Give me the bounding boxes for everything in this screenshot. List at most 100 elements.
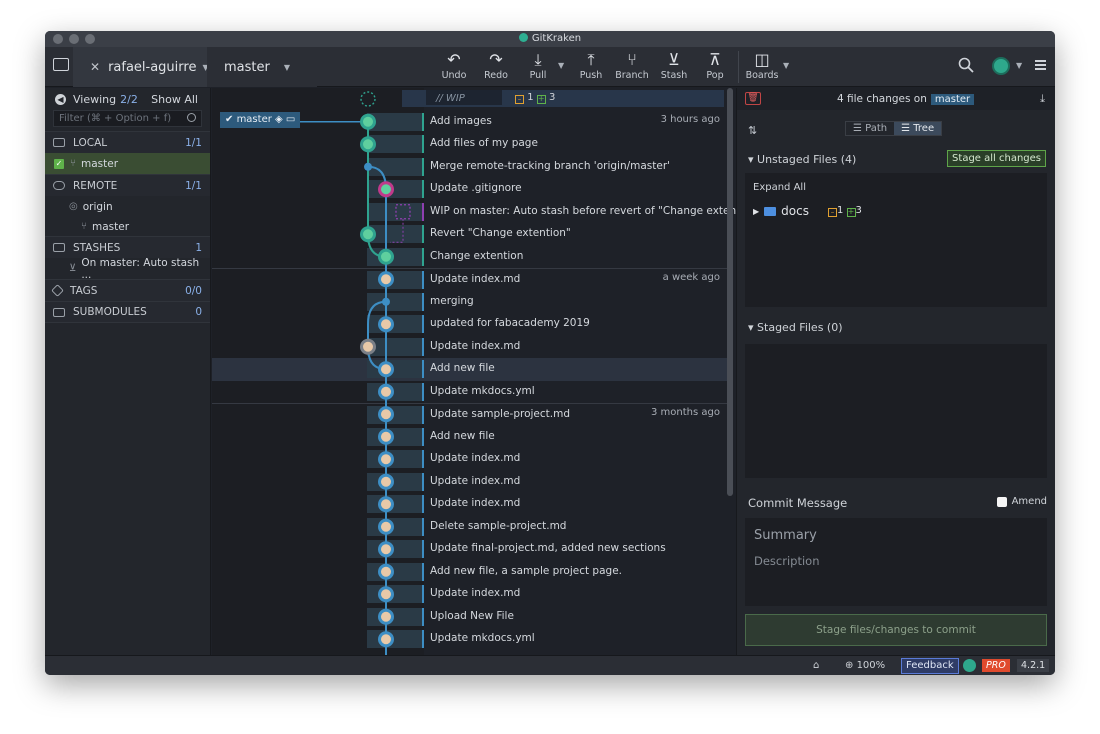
commit-message-box: Summary Description bbox=[745, 518, 1047, 606]
commit-row[interactable]: Add new file, a sample project page. bbox=[212, 561, 728, 584]
hamburger-menu-icon[interactable] bbox=[1035, 60, 1046, 70]
folder-icon[interactable] bbox=[53, 58, 69, 71]
row-shade bbox=[367, 427, 422, 446]
feedback-button[interactable]: Feedback bbox=[901, 658, 959, 674]
filter-input[interactable]: Filter (⌘ + Option + f) bbox=[53, 110, 202, 127]
repo-tab[interactable]: ✕ rafael-aguirre ▼ bbox=[73, 47, 215, 87]
remote-branch-master[interactable]: ⑂ master bbox=[45, 217, 210, 236]
back-arrow-icon[interactable]: ◀ bbox=[55, 93, 66, 105]
description-input[interactable]: Description bbox=[754, 554, 820, 568]
account-avatar[interactable] bbox=[992, 57, 1010, 75]
row-shade bbox=[367, 406, 422, 424]
section-local[interactable]: LOCAL 1/1 bbox=[45, 131, 210, 153]
commit-row[interactable]: Update final-project.md, added new secti… bbox=[212, 538, 728, 561]
boards-chevron-icon[interactable]: ▼ bbox=[783, 61, 789, 70]
section-remote[interactable]: REMOTE 1/1 bbox=[45, 174, 210, 196]
pop-icon: ⊼ bbox=[709, 50, 721, 69]
row-shade bbox=[367, 562, 422, 581]
trash-icon[interactable]: 🗑 bbox=[745, 92, 761, 105]
commit-time: 3 months ago bbox=[651, 407, 720, 418]
commit-row[interactable]: Add new file bbox=[212, 426, 728, 449]
window-title: GitKraken bbox=[531, 33, 582, 44]
remote-origin[interactable]: ◎ origin bbox=[45, 196, 210, 217]
commit-row[interactable]: Update index.md bbox=[212, 336, 728, 359]
sort-icon[interactable]: ⇅ bbox=[748, 124, 757, 137]
stash-button[interactable]: ⊻ Stash bbox=[654, 51, 694, 82]
zoom-window-button[interactable] bbox=[85, 34, 95, 44]
commit-row[interactable]: Add files of my page bbox=[212, 133, 728, 156]
commit-message: Update index.md bbox=[430, 339, 521, 352]
row-indicator bbox=[422, 225, 424, 243]
row-shade bbox=[367, 157, 422, 176]
push-button[interactable]: ⤒ Push bbox=[571, 51, 611, 82]
commit-row[interactable]: Update index.md bbox=[212, 448, 728, 471]
graph-scrollbar[interactable] bbox=[727, 88, 733, 496]
pull-options-chevron-icon[interactable]: ▼ bbox=[558, 61, 564, 70]
commit-row[interactable]: Update mkdocs.yml bbox=[212, 628, 728, 651]
local-branch-master[interactable]: ✓ ⑂ master bbox=[45, 153, 210, 174]
folder-icon bbox=[764, 206, 777, 216]
commit-row[interactable]: merging bbox=[212, 291, 728, 314]
tab-tree[interactable]: ☰ Tree bbox=[894, 122, 942, 135]
minimize-window-button[interactable] bbox=[69, 34, 79, 44]
show-all-link[interactable]: Show All bbox=[151, 93, 198, 106]
folder-stats: –1 +3 bbox=[827, 205, 862, 217]
undo-button[interactable]: ↶ Undo bbox=[434, 51, 474, 82]
staged-header[interactable]: ▾ Staged Files (0) bbox=[737, 321, 1055, 334]
commit-row[interactable]: Delete sample-project.md bbox=[212, 516, 728, 539]
commit-row[interactable]: WIP on master: Auto stash before revert … bbox=[212, 201, 736, 224]
commit-row[interactable]: Update mkdocs.yml bbox=[212, 381, 728, 404]
gift-icon[interactable]: ⌂ bbox=[813, 660, 819, 671]
row-shade bbox=[367, 292, 422, 311]
chevron-right-icon: ▶ bbox=[753, 206, 760, 216]
commit-row[interactable]: Update index.md a week ago bbox=[212, 268, 728, 291]
tab-path[interactable]: ☰ Path bbox=[846, 122, 894, 135]
expand-all-link[interactable]: Expand All bbox=[753, 182, 806, 193]
file-changes-header: 🗑 4 file changes on master ⤓ bbox=[737, 88, 1055, 110]
section-submodules[interactable]: SUBMODULES 0 bbox=[45, 301, 210, 323]
pull-icon: ⤓ bbox=[534, 50, 542, 69]
branch-selector[interactable]: master ▼ bbox=[207, 47, 317, 87]
zoom-indicator[interactable]: ⊕ 100% bbox=[845, 660, 885, 671]
commit-row[interactable]: Revert "Change extention" bbox=[212, 223, 728, 246]
branch-button[interactable]: ⑂ Branch bbox=[612, 50, 652, 82]
pro-badge[interactable]: PRO bbox=[982, 659, 1010, 672]
close-window-button[interactable] bbox=[53, 34, 63, 44]
pull-button[interactable]: ⤓ Pull bbox=[518, 50, 558, 82]
chevron-down-icon[interactable]: ▼ bbox=[1016, 61, 1022, 70]
commit-row[interactable]: Upload New File bbox=[212, 606, 728, 629]
close-icon[interactable]: ✕ bbox=[90, 60, 100, 74]
row-indicator bbox=[422, 450, 424, 468]
commit-row[interactable]: Add images 3 hours ago bbox=[212, 111, 728, 134]
commit-row[interactable]: Change extention bbox=[212, 246, 728, 269]
commit-row[interactable]: updated for fabacademy 2019 bbox=[212, 313, 728, 336]
commit-row[interactable]: Update index.md bbox=[212, 493, 728, 516]
amend-checkbox[interactable]: Amend bbox=[996, 496, 1047, 507]
commit-row[interactable]: Update .gitignore bbox=[212, 178, 728, 201]
commit-row[interactable]: Update index.md bbox=[212, 583, 728, 606]
download-icon[interactable]: ⤓ bbox=[1040, 92, 1045, 106]
folder-docs[interactable]: ▶ docs –1 +3 bbox=[753, 204, 862, 218]
redo-button[interactable]: ↷ Redo bbox=[476, 51, 516, 82]
search-icon[interactable] bbox=[958, 57, 974, 73]
commit-button[interactable]: Stage files/changes to commit bbox=[745, 614, 1047, 646]
left-sidebar: ◀ Viewing 2/2 Show All Filter (⌘ + Optio… bbox=[45, 88, 211, 655]
row-indicator bbox=[422, 607, 424, 626]
stage-all-button[interactable]: Stage all changes bbox=[947, 150, 1046, 167]
pop-button[interactable]: ⊼ Pop bbox=[695, 50, 735, 82]
stash-item[interactable]: ⊻ On master: Auto stash ... bbox=[45, 257, 210, 281]
boards-button[interactable]: ◫ Boards bbox=[742, 51, 782, 82]
section-stashes[interactable]: STASHES 1 bbox=[45, 236, 210, 258]
cloud-icon bbox=[53, 181, 65, 190]
row-shade bbox=[367, 180, 422, 198]
branch-icon: ⑂ bbox=[627, 50, 637, 69]
commit-row[interactable]: Merge remote-tracking branch 'origin/mas… bbox=[212, 156, 728, 179]
summary-input[interactable]: Summary bbox=[754, 528, 817, 543]
commit-row[interactable]: Update index.md bbox=[212, 471, 728, 494]
commit-row[interactable]: Add new file bbox=[212, 358, 728, 381]
section-tags[interactable]: TAGS 0/0 bbox=[45, 279, 210, 301]
commit-row[interactable]: Update sample-project.md 3 months ago bbox=[212, 403, 728, 426]
commit-panel: 🗑 4 file changes on master ⤓ ⇅ ☰ Path ☰ T… bbox=[736, 88, 1055, 655]
wip-row[interactable]: // WIP – 1 + 3 bbox=[212, 88, 728, 111]
row-shade bbox=[367, 382, 422, 401]
